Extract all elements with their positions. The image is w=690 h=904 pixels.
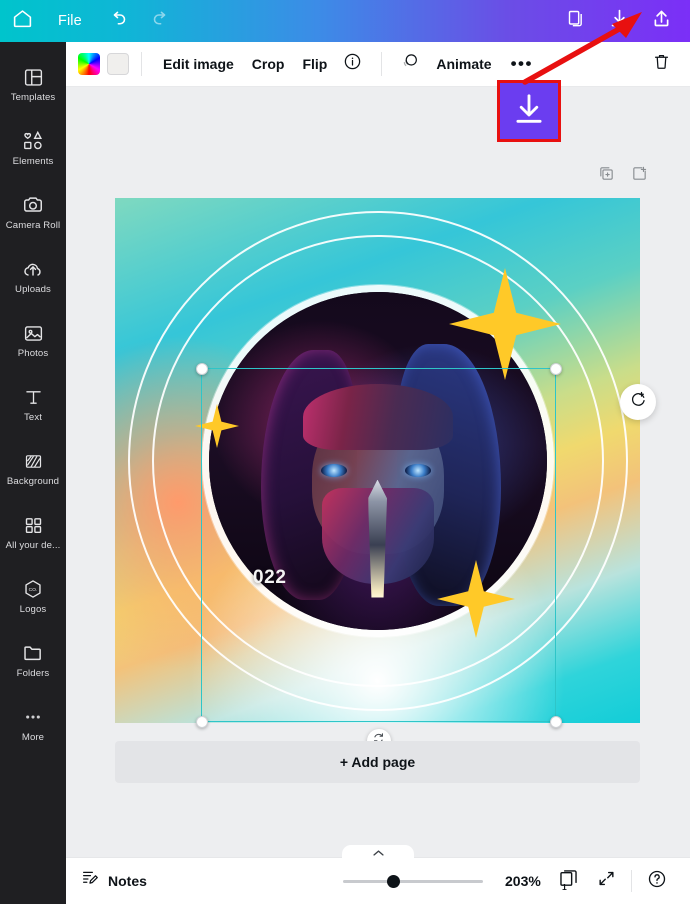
selection-handle-top-left[interactable] (195, 362, 208, 375)
left-sidebar: Templates Elements Camera Roll Uploads P… (0, 42, 66, 904)
regenerate-icon (629, 390, 648, 414)
page-number-label: 1 (562, 882, 567, 892)
plain-color-swatch[interactable] (107, 53, 129, 75)
annotation-arrow (522, 12, 642, 85)
redo-button[interactable] (140, 0, 184, 42)
sidebar-label-folders: Folders (16, 668, 50, 680)
help-button[interactable] (638, 869, 676, 894)
upload-cloud-icon (22, 257, 44, 281)
selection-handle-bottom-right[interactable] (549, 715, 562, 728)
flip-button[interactable]: Flip (293, 50, 336, 78)
animate-button[interactable]: Animate (427, 50, 500, 78)
sidebar-item-all-your-designs[interactable]: All your de... (0, 500, 66, 564)
sidebar-item-logos[interactable]: CO. Logos (0, 564, 66, 628)
sidebar-label-uploads: Uploads (15, 284, 51, 296)
design-canvas-wrapper: 022 (115, 198, 656, 753)
duplicate-page-icon (598, 167, 615, 186)
sidebar-item-folders[interactable]: Folders (0, 628, 66, 692)
folder-icon (22, 641, 44, 665)
download-icon (511, 91, 547, 132)
text-icon (23, 385, 44, 409)
sidebar-item-text[interactable]: Text (0, 372, 66, 436)
info-button[interactable] (336, 48, 369, 80)
undo-button[interactable] (96, 0, 140, 42)
design-canvas[interactable]: 022 (115, 198, 640, 723)
sidebar-label-all-your-designs: All your de... (5, 540, 61, 552)
add-page-button[interactable]: + Add page (115, 741, 640, 783)
sidebar-label-text: Text (24, 412, 42, 424)
sidebar-item-uploads[interactable]: Uploads (0, 244, 66, 308)
sidebar-item-photos[interactable]: Photos (0, 308, 66, 372)
selection-handle-top-right[interactable] (549, 362, 562, 375)
redo-icon (151, 8, 172, 34)
regenerate-design-button[interactable] (620, 384, 656, 420)
sidebar-item-templates[interactable]: Templates (0, 52, 66, 116)
notes-icon (80, 869, 99, 893)
home-button[interactable] (0, 0, 44, 42)
photo-hair-bangs (302, 383, 453, 450)
notes-label: Notes (108, 873, 147, 889)
file-menu-button[interactable]: File (44, 0, 96, 42)
photo-eye-left (320, 463, 347, 477)
crop-button[interactable]: Crop (243, 50, 294, 78)
canva-editor-app: File Templates Elements Camera Roll Uplo… (0, 0, 690, 904)
zoom-level-label: 203% (505, 873, 541, 889)
bottom-bar: Notes 203% 1 (66, 845, 690, 904)
camera-icon (22, 193, 44, 217)
page-tools (598, 165, 648, 187)
photo-icon (23, 321, 44, 345)
elements-icon (22, 129, 44, 153)
more-dots-icon (22, 705, 44, 729)
add-page-button-top[interactable] (631, 165, 648, 187)
sidebar-item-elements[interactable]: Elements (0, 116, 66, 180)
info-icon (343, 52, 362, 76)
duplicate-page-button[interactable] (598, 165, 615, 187)
sidebar-label-logos: Logos (19, 604, 47, 616)
grid-icon (23, 513, 44, 537)
background-icon (23, 449, 44, 473)
canvas-year-text[interactable]: 022 (253, 567, 287, 589)
animate-icon (401, 52, 420, 76)
toolbar-divider-2 (381, 52, 383, 76)
sidebar-label-more: More (21, 732, 45, 744)
page-manager-button[interactable]: 1 (549, 868, 588, 894)
rainbow-gradient-swatch[interactable] (78, 53, 100, 75)
logos-icon: CO. (22, 577, 44, 601)
sidebar-item-camera-roll[interactable]: Camera Roll (0, 180, 66, 244)
expand-icon (597, 869, 616, 893)
undo-icon (107, 8, 128, 34)
chevron-up-icon (371, 845, 386, 863)
add-page-icon (631, 166, 648, 186)
collapse-panel-button[interactable] (342, 845, 414, 859)
notes-button[interactable]: Notes (80, 869, 147, 893)
fullscreen-button[interactable] (588, 869, 625, 893)
bottom-bar-divider (631, 870, 632, 892)
sidebar-label-elements: Elements (12, 156, 54, 168)
home-icon (12, 8, 33, 34)
selection-handle-bottom-left[interactable] (195, 715, 208, 728)
zoom-slider[interactable] (343, 873, 483, 889)
animate-button-icon[interactable] (394, 48, 427, 80)
photo-eye-right (404, 463, 431, 477)
toolbar-divider-1 (141, 52, 142, 76)
sidebar-label-photos: Photos (17, 348, 49, 360)
editor-main-area: 022 + Add page (66, 87, 690, 857)
sidebar-label-templates: Templates (10, 92, 56, 104)
zoom-slider-thumb[interactable] (387, 875, 400, 888)
photo-blade (368, 479, 387, 598)
sidebar-label-background: Background (6, 476, 60, 488)
help-icon (647, 869, 667, 894)
sidebar-label-camera-roll: Camera Roll (5, 220, 61, 232)
sidebar-item-background[interactable]: Background (0, 436, 66, 500)
edit-image-button[interactable]: Edit image (154, 50, 243, 78)
svg-text:CO.: CO. (29, 587, 38, 593)
sidebar-item-more[interactable]: More (0, 692, 66, 756)
templates-icon (23, 65, 44, 89)
zoom-slider-track (343, 880, 483, 883)
